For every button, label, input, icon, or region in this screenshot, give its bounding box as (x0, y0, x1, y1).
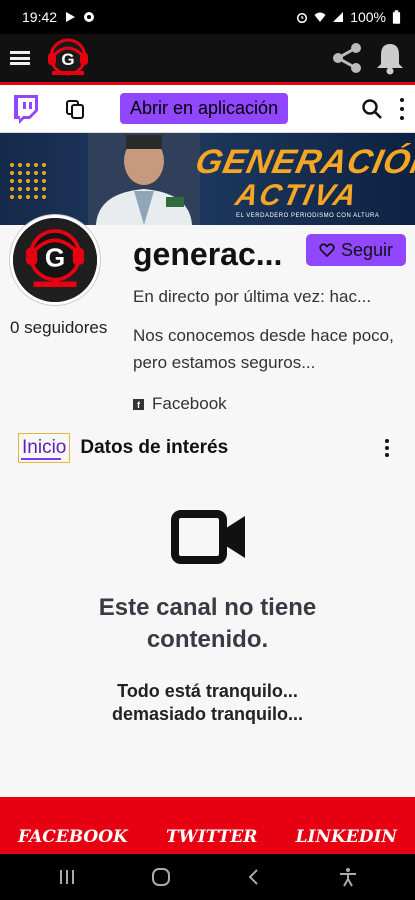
heart-icon (319, 243, 335, 257)
banner-title-line2: ACTIVA (232, 179, 362, 212)
channel-about: Nos conocemos desde hace poco, pero esta… (133, 326, 394, 372)
open-in-app-button[interactable]: Abrir en aplicación (120, 93, 289, 124)
video-camera-icon (171, 510, 245, 564)
tab-home[interactable]: Inicio (18, 433, 71, 463)
app-logo: G (48, 38, 88, 76)
hamburger-icon[interactable] (10, 48, 30, 68)
follow-label: Seguir (340, 239, 394, 260)
copy-icon[interactable] (64, 98, 86, 120)
back-icon[interactable] (243, 866, 265, 888)
record-icon (84, 12, 95, 22)
battery-icon (392, 9, 401, 24)
banner-title-line1: GENERACIÓN (192, 143, 415, 181)
followers-count: 0 seguidores (10, 318, 108, 337)
footer-linkedin-link[interactable]: LINKEDIN (296, 827, 397, 847)
search-icon[interactable] (361, 98, 383, 120)
channel-avatar[interactable]: G (10, 215, 100, 305)
alarm-icon (297, 12, 308, 23)
svg-text:G: G (45, 243, 65, 273)
banner-person-image (88, 133, 200, 225)
banner-tagline: EL VERDADERO PERIODISMO CON ALTURA (236, 213, 380, 219)
twitch-logo-icon[interactable] (10, 93, 42, 125)
status-time: 19:42 (22, 9, 58, 25)
empty-state-title: Este canal no tiene contenido. (0, 592, 415, 656)
facebook-link[interactable]: f Facebook (133, 394, 227, 414)
facebook-link-label: Facebook (152, 394, 227, 413)
signal-icon (333, 12, 344, 22)
tab-info[interactable]: Datos de interés (80, 437, 228, 459)
facebook-icon: f (133, 398, 144, 410)
svg-text:G: G (61, 50, 74, 69)
channel-name: generac... (133, 236, 283, 272)
tabs-more-icon[interactable] (384, 439, 390, 457)
system-nav-bar (0, 854, 415, 900)
play-icon (66, 12, 76, 22)
bell-icon[interactable] (375, 41, 405, 75)
channel-banner: GENERACIÓN ACTIVA EL VERDADERO PERIODISM… (0, 133, 415, 225)
follow-button[interactable]: Seguir (306, 234, 406, 266)
home-icon[interactable] (150, 866, 172, 888)
empty-state-subtitle: Todo está tranquilo... demasiado tranqui… (0, 680, 415, 726)
footer-social-bar: FACEBOOK TWITTER LINKEDIN (0, 797, 415, 854)
more-options-icon[interactable] (399, 97, 405, 120)
empty-state-subtitle-text: Todo está tranquilo... demasiado tranqui… (111, 681, 304, 724)
app-header: G (0, 34, 415, 82)
footer-twitter-link[interactable]: TWITTER (166, 827, 257, 847)
channel-logo: G (13, 218, 97, 302)
channel-tabs: Inicio Datos de interés (18, 430, 408, 466)
recent-apps-icon[interactable] (56, 866, 78, 888)
share-icon[interactable] (329, 40, 365, 76)
status-bar: 19:42 100% (0, 0, 415, 34)
banner-dot-pattern (8, 161, 46, 199)
twitch-top-bar: Abrir en aplicación (0, 85, 415, 133)
last-live-text: En directo por última vez: hac... (133, 287, 372, 306)
battery-level: 100% (350, 9, 386, 25)
wifi-icon (314, 12, 326, 22)
footer-facebook-link[interactable]: FACEBOOK (18, 827, 128, 847)
empty-state-title-text: Este canal no tiene contenido. (98, 594, 317, 653)
accessibility-icon[interactable] (337, 866, 359, 888)
